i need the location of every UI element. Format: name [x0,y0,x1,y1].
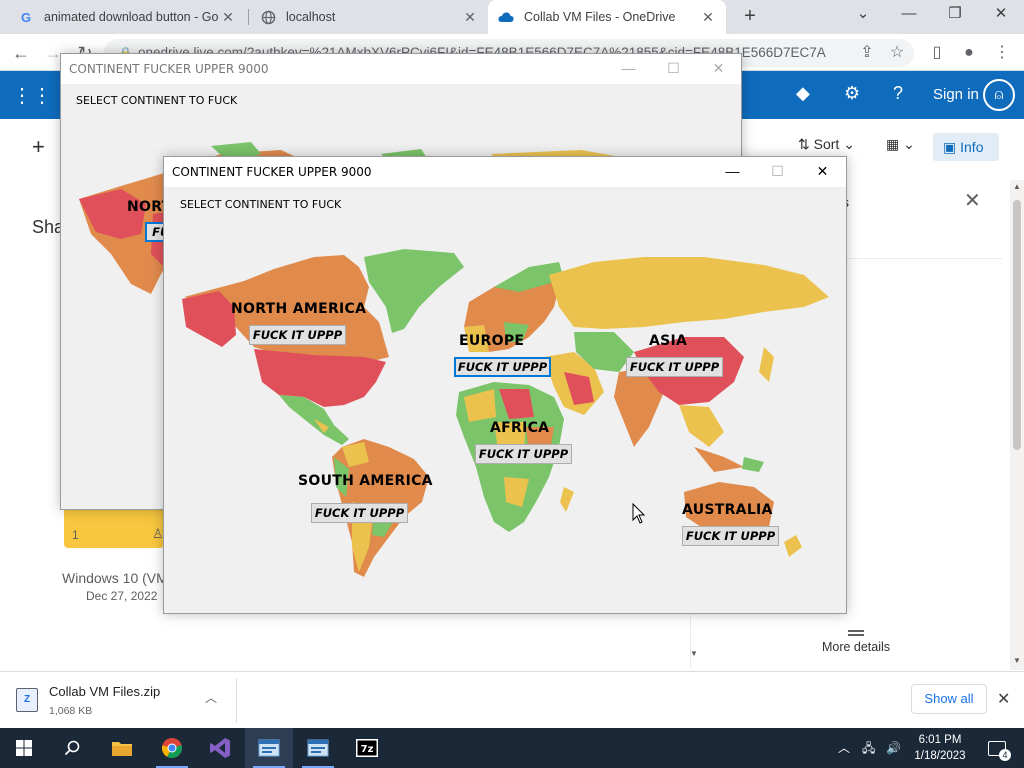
tab-label: Collab VM Files - OneDrive [524,10,676,24]
continent-label-europe: EUROPE [459,333,525,349]
download-shelf: Z Collab VM Files.zip 1,068 KB ︿ Show al… [0,671,1024,728]
pane-rule [846,258,1002,259]
settings-gear-icon[interactable]: ⚙ [844,83,860,104]
visual-studio-icon[interactable] [196,728,244,768]
volume-icon[interactable]: 🔊 [886,728,901,768]
chevron-up-icon[interactable]: ︿ [205,689,217,706]
sign-in-link[interactable]: Sign in [933,86,979,103]
side-panel-icon[interactable]: ▯ [925,41,949,65]
onedrive-cloud-icon [498,9,514,25]
tab-onedrive[interactable]: Collab VM Files - OneDrive ✕ [488,0,726,34]
close-icon[interactable]: ✕ [462,9,478,26]
new-tab-button[interactable]: + [738,5,762,29]
globe-icon [260,9,276,25]
clock-time: 6:01 PM [918,734,962,746]
back-arrow-icon[interactable]: ← [8,40,34,66]
view-options-button[interactable]: ▦ ⌄ [886,136,915,153]
network-icon[interactable]: 🖧 [862,728,875,768]
zip-file-icon: Z [16,688,38,712]
clock-date: 1/18/2023 [914,750,966,762]
continent-label-africa: AFRICA [490,420,550,436]
profile-icon[interactable]: ● [957,41,981,65]
close-pane-icon[interactable]: ✕ [964,188,981,213]
sort-icon: ⇅ [798,136,810,152]
download-file-size: 1,068 KB [49,705,93,717]
scrollbar-thumb[interactable] [1013,200,1021,450]
info-label: Info [960,139,984,155]
svg-text:7z: 7z [361,744,374,755]
fuck-it-button-north-america[interactable]: FUCK IT UPPP [249,325,346,345]
windows-start-icon[interactable] [0,728,48,768]
grid-view-icon: ▦ [886,136,900,152]
drag-handle-icon [848,630,864,636]
tile-count: 1 [72,528,79,542]
fuck-it-button-south-america[interactable]: FUCK IT UPPP [311,503,408,523]
close-window-icon[interactable]: ✕ [978,0,1024,30]
tab-label: animated download button - Go [44,10,219,24]
fuck-it-button-australia[interactable]: FUCK IT UPPP [682,526,779,546]
restore-icon[interactable]: ❐ [932,0,978,30]
file-tile[interactable]: 1 ♙ [64,510,164,548]
winforms-app-icon[interactable] [245,728,293,768]
more-details-label: More details [821,640,891,654]
tab-divider [248,9,249,25]
tab-label: localhost [286,10,336,24]
continent-label-australia: AUSTRALIA [682,502,773,518]
search-icon[interactable] [48,728,96,768]
fuck-it-button-europe[interactable]: FUCK IT UPPP [454,357,551,377]
divider [236,678,237,723]
mouse-cursor-icon [632,503,646,524]
continent-label-asia: ASIA [649,333,688,349]
tab-localhost[interactable]: localhost ✕ [250,0,488,34]
show-hidden-icons-icon[interactable]: ︿ [838,728,850,768]
info-pane-icon: ▣ [943,139,957,155]
help-icon[interactable]: ? [893,83,903,104]
info-button[interactable]: ▣ Info [933,133,999,161]
file-explorer-icon[interactable] [98,728,146,768]
premium-diamond-icon[interactable]: ◆ [796,83,810,104]
notification-count: 4 [999,749,1011,762]
show-all-button[interactable]: Show all [911,684,987,714]
file-date: Dec 27, 2022 [86,589,158,603]
app-window-continent-fucker[interactable]: CONTINENT FUCKER UPPER 9000 — ☐ ✕ SELECT… [163,156,847,614]
continent-label-south-america: SOUTH AMERICA [298,473,433,489]
add-new-icon[interactable]: + [32,134,45,160]
close-icon[interactable]: ✕ [700,9,716,26]
bookmark-star-icon[interactable]: ☆ [885,41,909,65]
chrome-icon[interactable] [148,728,196,768]
fuck-it-button-asia[interactable]: FUCK IT UPPP [626,357,723,377]
sort-button[interactable]: ⇅ Sort ⌄ [798,136,855,153]
page-scrollbar[interactable]: ▲ ▼ [1010,180,1024,670]
fuck-it-button-africa[interactable]: FUCK IT UPPP [475,444,572,464]
system-clock[interactable]: 6:01 PM 1/18/2023 [908,732,972,764]
more-menu-icon[interactable]: ⋮ [990,41,1014,65]
close-icon[interactable]: ✕ [997,689,1010,709]
chevron-down-icon: ⌄ [903,136,915,152]
tab-google-search[interactable]: G animated download button - Go ✕ [8,0,246,34]
winforms-app-icon-2[interactable] [294,728,342,768]
browser-tab-strip: G animated download button - Go ✕ localh… [0,0,1024,34]
download-file-name[interactable]: Collab VM Files.zip [49,684,160,699]
windows-taskbar: 7z ︿ 🖧 🔊 6:01 PM 1/18/2023 4 [0,728,1024,768]
share-icon[interactable]: ⇪ [855,41,879,65]
person-avatar-icon[interactable]: ⍝ [983,79,1015,111]
chevron-down-icon: ⌄ [843,136,855,152]
more-details-button[interactable]: More details [706,622,1006,670]
scroll-up-icon[interactable]: ▲ [1010,182,1024,191]
notification-center-icon[interactable]: 4 [984,728,1011,768]
screen: G animated download button - Go ✕ localh… [0,0,1024,768]
file-name[interactable]: Windows 10 (VM [62,570,164,586]
close-icon[interactable]: ✕ [220,9,236,26]
scroll-down-icon[interactable]: ▼ [1010,656,1024,665]
sort-label: Sort [813,136,840,152]
scroll-down-icon[interactable]: ▼ [690,649,698,658]
minimize-icon[interactable]: — [886,0,932,30]
tab-search-icon[interactable]: ⌄ [840,0,886,30]
continent-label-north-america: NORTH AMERICA [231,301,367,317]
person-icon: ♙ [152,526,164,541]
google-g-icon: G [20,9,32,25]
7zip-icon[interactable]: 7z [343,728,391,768]
